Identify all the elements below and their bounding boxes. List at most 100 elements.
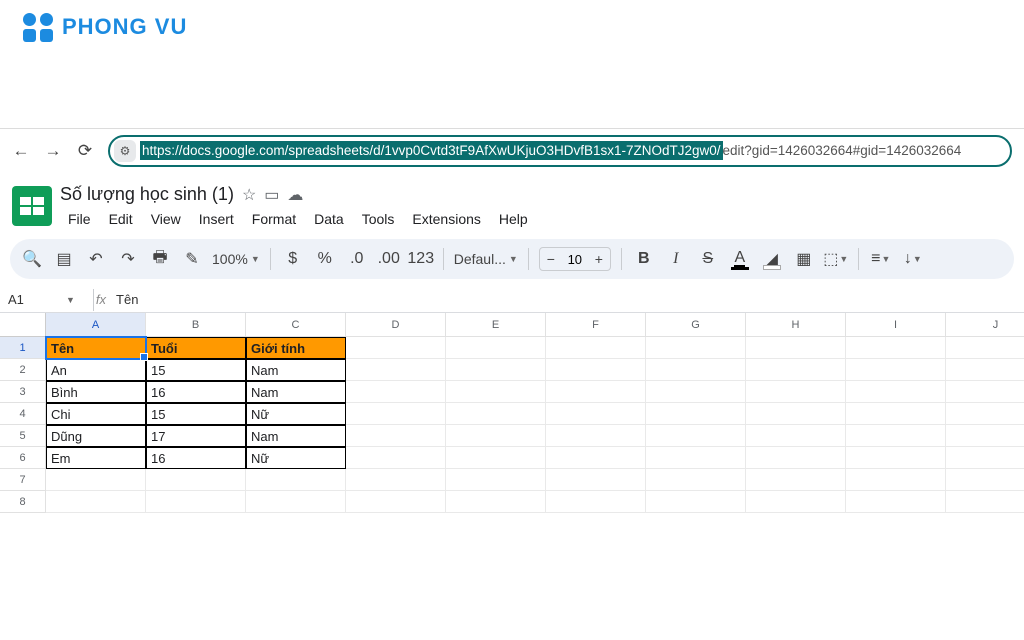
bold-button[interactable]: B — [632, 247, 656, 271]
strikethrough-button[interactable]: S — [696, 247, 720, 271]
address-bar[interactable]: ⚙ https://docs.google.com/spreadsheets/d… — [108, 135, 1012, 167]
cell[interactable] — [546, 491, 646, 513]
menu-format[interactable]: Format — [244, 207, 304, 231]
cell[interactable] — [446, 425, 546, 447]
menu-data[interactable]: Data — [306, 207, 352, 231]
cell[interactable] — [646, 469, 746, 491]
menu-edit[interactable]: Edit — [101, 207, 141, 231]
row-header[interactable]: 6 — [0, 447, 46, 469]
column-header[interactable]: H — [746, 313, 846, 337]
cell[interactable] — [146, 491, 246, 513]
cell[interactable] — [646, 491, 746, 513]
cell[interactable]: Bình — [46, 381, 146, 403]
column-header[interactable]: A — [46, 313, 146, 337]
column-header[interactable]: E — [446, 313, 546, 337]
menu-extensions[interactable]: Extensions — [404, 207, 488, 231]
font-size-control[interactable]: − + — [539, 247, 611, 271]
cell[interactable] — [546, 359, 646, 381]
cell[interactable] — [746, 337, 846, 359]
forward-button[interactable]: → — [44, 142, 62, 160]
cell[interactable] — [846, 359, 946, 381]
cell[interactable]: An — [46, 359, 146, 381]
cell[interactable] — [46, 491, 146, 513]
cell[interactable] — [646, 337, 746, 359]
increase-font-button[interactable]: + — [590, 251, 608, 267]
cell[interactable] — [346, 403, 446, 425]
cell[interactable] — [646, 425, 746, 447]
cell[interactable]: Tuổi — [146, 337, 246, 359]
menu-view[interactable]: View — [143, 207, 189, 231]
row-header[interactable]: 5 — [0, 425, 46, 447]
text-color-button[interactable]: A — [728, 247, 752, 271]
cell[interactable] — [746, 447, 846, 469]
cell[interactable] — [546, 381, 646, 403]
cell[interactable] — [46, 469, 146, 491]
cell[interactable] — [646, 381, 746, 403]
cell[interactable]: Nữ — [246, 403, 346, 425]
increase-decimal-button[interactable]: .00 — [377, 247, 401, 271]
column-header[interactable]: B — [146, 313, 246, 337]
italic-button[interactable]: I — [664, 247, 688, 271]
cell[interactable]: Dũng — [46, 425, 146, 447]
cell[interactable] — [746, 425, 846, 447]
column-header[interactable]: I — [846, 313, 946, 337]
cell[interactable] — [346, 425, 446, 447]
merge-cells-button[interactable]: ⬚▼ — [824, 247, 848, 271]
undo-button[interactable]: ↶ — [84, 247, 108, 271]
cell[interactable] — [746, 469, 846, 491]
cell[interactable] — [946, 447, 1024, 469]
cell[interactable] — [346, 359, 446, 381]
back-button[interactable]: ← — [12, 142, 30, 160]
cell[interactable]: Chi — [46, 403, 146, 425]
borders-button[interactable]: ▦ — [792, 247, 816, 271]
cell[interactable] — [546, 403, 646, 425]
row-header[interactable]: 4 — [0, 403, 46, 425]
cell[interactable]: 16 — [146, 381, 246, 403]
cell[interactable] — [746, 381, 846, 403]
cell[interactable] — [946, 337, 1024, 359]
cell[interactable] — [546, 447, 646, 469]
column-header[interactable]: G — [646, 313, 746, 337]
cell[interactable] — [546, 337, 646, 359]
decrease-font-button[interactable]: − — [542, 251, 560, 267]
cell[interactable] — [346, 469, 446, 491]
cell[interactable] — [946, 403, 1024, 425]
name-box[interactable]: A1 — [8, 292, 62, 307]
cell[interactable] — [346, 337, 446, 359]
menu-help[interactable]: Help — [491, 207, 536, 231]
column-header[interactable]: J — [946, 313, 1024, 337]
search-icon[interactable]: 🔍 — [20, 247, 44, 271]
select-all-corner[interactable] — [0, 313, 46, 337]
site-info-icon[interactable]: ⚙ — [114, 140, 136, 162]
cell[interactable] — [846, 381, 946, 403]
cell[interactable]: 15 — [146, 403, 246, 425]
menu-insert[interactable]: Insert — [191, 207, 242, 231]
cell[interactable] — [946, 469, 1024, 491]
cell[interactable] — [846, 469, 946, 491]
cell[interactable]: Nam — [246, 381, 346, 403]
percent-button[interactable]: % — [313, 247, 337, 271]
column-header[interactable]: F — [546, 313, 646, 337]
formula-input[interactable]: Tên — [116, 292, 138, 307]
name-box-dropdown[interactable]: ▼ — [66, 295, 75, 305]
column-header[interactable]: C — [246, 313, 346, 337]
cell[interactable] — [846, 337, 946, 359]
cell[interactable] — [346, 447, 446, 469]
sheets-logo-icon[interactable] — [12, 186, 52, 226]
cell[interactable] — [446, 337, 546, 359]
cell[interactable] — [346, 491, 446, 513]
print-button[interactable]: 🖶 — [148, 247, 172, 271]
menu-file[interactable]: File — [60, 207, 99, 231]
cell[interactable] — [746, 491, 846, 513]
cell[interactable] — [446, 359, 546, 381]
cell[interactable] — [446, 447, 546, 469]
fill-color-button[interactable]: ◢ — [760, 247, 784, 271]
cell[interactable] — [446, 381, 546, 403]
vertical-align-button[interactable]: ↓▼ — [901, 247, 925, 271]
font-size-input[interactable] — [564, 252, 586, 267]
cell[interactable]: 17 — [146, 425, 246, 447]
cell[interactable] — [946, 491, 1024, 513]
number-format-dropdown[interactable]: 123 — [409, 247, 433, 271]
cell[interactable] — [746, 403, 846, 425]
cell[interactable] — [446, 469, 546, 491]
